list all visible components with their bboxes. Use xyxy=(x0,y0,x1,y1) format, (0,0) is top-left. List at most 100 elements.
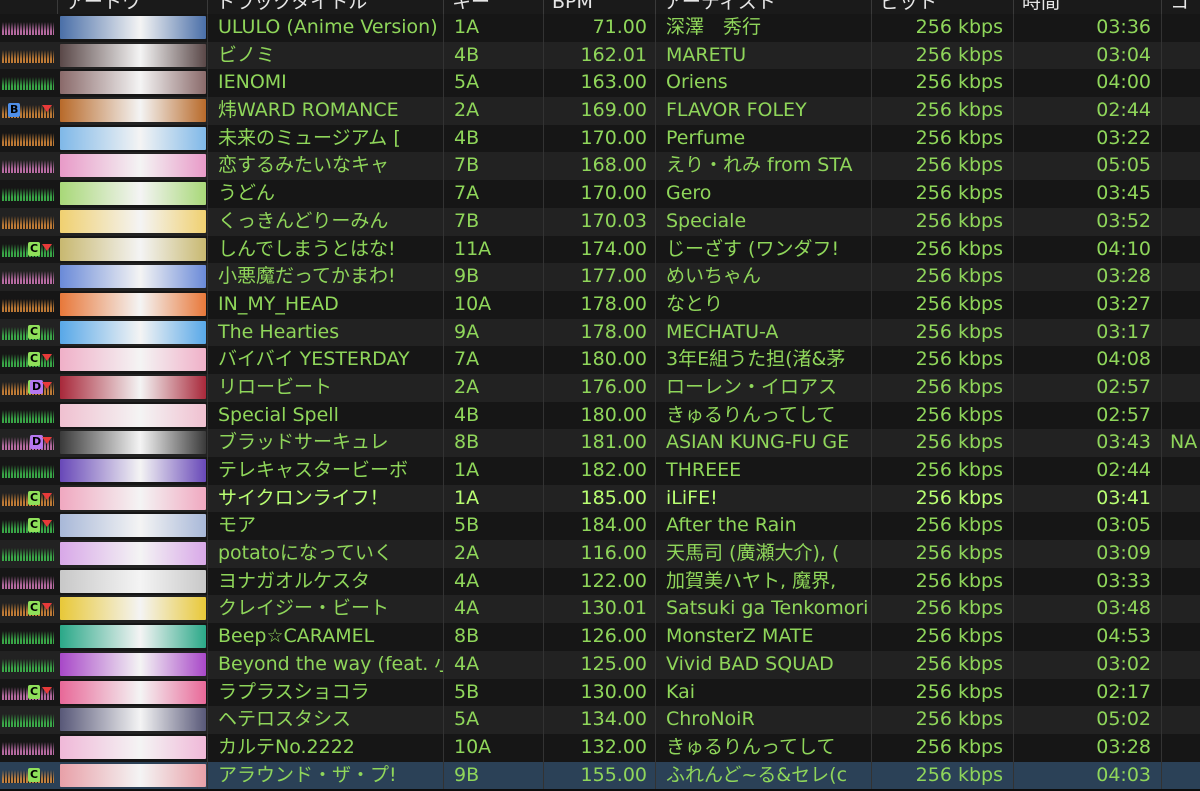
table-row[interactable]: C バイバイ YESTERDAY 7A 180.00 3年E組うた担(渚&茅 256 kb… xyxy=(0,346,1200,374)
waveform-preview[interactable] xyxy=(0,568,58,596)
track-time: 02:57 xyxy=(1014,401,1162,430)
track-key: 2A xyxy=(444,97,544,125)
track-key: 7A xyxy=(444,180,544,208)
table-row[interactable]: くっきんどりーみん 7B 170.03 Speciale 256 kbps 03:52 xyxy=(0,207,1200,236)
table-row[interactable]: B 炜WARD ROMANCE 2A 169.00 FLAVOR FOLEY 256 kb… xyxy=(0,97,1200,125)
waveform-preview[interactable] xyxy=(0,180,58,208)
artwork-cell xyxy=(58,263,208,291)
table-row[interactable]: C アラウンド・ザ・プ! 9B 155.00 ふれんど~る&セレ(c 256 kbps 04… xyxy=(0,761,1200,790)
waveform-preview[interactable]: CD xyxy=(0,374,58,402)
waveform-preview[interactable] xyxy=(0,42,58,70)
waveform-preview[interactable]: C xyxy=(0,512,58,540)
table-row[interactable]: 小悪魔だってかまわ! 9B 177.00 めいちゃん 256 kbps 03:28 xyxy=(0,263,1200,291)
waveform-preview[interactable] xyxy=(0,734,58,762)
track-bitrate: 256 kbps xyxy=(872,263,1014,291)
header-title[interactable]: トラックタイトル xyxy=(208,0,444,14)
track-key: 10A xyxy=(444,290,544,319)
header-bpm[interactable]: BPM xyxy=(544,0,656,14)
waveform-icon xyxy=(2,631,54,645)
table-row[interactable]: Beep☆CARAMEL 8B 126.00 MonsterZ MATE 256 kbp… xyxy=(0,623,1200,651)
table-row[interactable]: C The Hearties 9A 178.00 MECHATU-A 256 kbps 03… xyxy=(0,318,1200,347)
track-artist: Satsuki ga Tenkomori xyxy=(656,595,872,624)
waveform-preview[interactable]: C xyxy=(0,762,58,790)
table-row[interactable]: CD リロービート2A176.00ローレン・イロアス256 kbps02:57 xyxy=(0,373,1200,402)
header-key[interactable]: キー xyxy=(444,0,544,14)
table-row[interactable]: C モア 5B 184.00 After the Rain 256 kbps 03:05 xyxy=(0,512,1200,541)
column-header: アートワ トラックタイトル キー BPM アーティスト ビット 時間 コ xyxy=(0,0,1200,15)
waveform-preview[interactable]: D xyxy=(0,429,58,457)
waveform-preview[interactable] xyxy=(0,14,58,42)
table-row[interactable]: カルテNo.2222 10A 132.00 きゅるりんってして 256 kbps 03:2… xyxy=(0,733,1200,762)
track-key: 1A xyxy=(444,484,544,513)
table-row[interactable]: 恋するみたいなキャ 7B 168.00 えり・れみ from STA 256 kbps 0… xyxy=(0,152,1200,181)
waveform-preview[interactable]: B xyxy=(0,97,58,125)
waveform-preview[interactable]: C xyxy=(0,679,58,707)
waveform-preview[interactable] xyxy=(0,706,58,734)
header-bitrate[interactable]: ビット xyxy=(872,0,1014,14)
table-row[interactable]: C しんでしまうとはな! 11A 174.00 じーざす (ワンダフ! 256 kbps 0… xyxy=(0,235,1200,264)
header-artist[interactable]: アーティスト xyxy=(656,0,872,14)
track-time: 03:04 xyxy=(1014,41,1162,70)
track-artist: Speciale xyxy=(656,207,872,236)
track-artist: After the Rain xyxy=(656,512,872,541)
track-key: 7A xyxy=(444,346,544,374)
header-waveform[interactable] xyxy=(0,0,58,14)
table-row[interactable]: ULULO (Anime Version) 1A 71.00 深澤 秀行 256 kbp… xyxy=(0,14,1200,42)
waveform-preview[interactable] xyxy=(0,208,58,236)
table-row[interactable]: ビノミ 4B 162.01 MARETU 256 kbps 03:04 xyxy=(0,41,1200,70)
waveform-preview[interactable]: C xyxy=(0,485,58,513)
waveform-preview[interactable]: C xyxy=(0,346,58,374)
header-extra[interactable]: コ xyxy=(1162,0,1200,14)
table-row[interactable]: Beyond the way (feat. 小 4A 125.00 Vivid BAD… xyxy=(0,650,1200,679)
waveform-preview[interactable]: C xyxy=(0,236,58,264)
track-key: 8B xyxy=(444,429,544,457)
table-row[interactable]: ヨナガオルケスタ 4A 122.00 加賀美ハヤト, 魔界, 256 kbps 03:33 xyxy=(0,567,1200,596)
artwork-cell xyxy=(58,373,208,402)
artwork-cell xyxy=(58,290,208,319)
track-list: ULULO (Anime Version) 1A 71.00 深澤 秀行 256 kbp… xyxy=(0,14,1200,790)
table-row[interactable]: Special Spell 4B 180.00 きゅるりんってして 256 kbps 02… xyxy=(0,401,1200,430)
track-artist: MARETU xyxy=(656,41,872,70)
waveform-preview[interactable] xyxy=(0,540,58,568)
track-key: 4A xyxy=(444,567,544,596)
header-artwork[interactable]: アートワ xyxy=(58,0,208,14)
table-row[interactable]: D ブラッドサーキュレ 8B 181.00 ASIAN KUNG-FU GE 256 kb… xyxy=(0,429,1200,457)
artwork-cell xyxy=(58,457,208,485)
track-bpm: 177.00 xyxy=(544,263,656,291)
track-key: 2A xyxy=(444,540,544,568)
track-time: 04:08 xyxy=(1014,346,1162,374)
waveform-preview[interactable] xyxy=(0,263,58,291)
waveform-icon xyxy=(2,22,54,35)
table-row[interactable]: potatoになっていく 2A 116.00 天馬司 (廣瀬大介), (256 kbp… xyxy=(0,540,1200,568)
red-marker-icon xyxy=(42,603,52,611)
table-row[interactable]: 未来のミュージアム [4B 170.00 Perfume 256 kbps 03:22 xyxy=(0,124,1200,153)
waveform-preview[interactable] xyxy=(0,125,58,153)
waveform-preview[interactable] xyxy=(0,457,58,485)
track-time: 05:05 xyxy=(1014,152,1162,181)
waveform-icon xyxy=(2,409,54,423)
track-bpm: 168.00 xyxy=(544,152,656,181)
waveform-preview[interactable] xyxy=(0,69,58,97)
table-row[interactable]: C クレイジー・ビート 4A 130.01 Satsuki ga Tenkomori 25… xyxy=(0,595,1200,624)
table-row[interactable]: IN_MY_HEAD 10A 178.00 なとり 256 kbps 03:27 xyxy=(0,290,1200,319)
header-time[interactable]: 時間 xyxy=(1014,0,1162,14)
table-row[interactable]: ヘテロスタシス 5A 134.00 ChroNoiR 256 kbps 05:02 xyxy=(0,706,1200,734)
table-row[interactable]: C ラプラスショコラ 5B 130.00 Kai 256 kbps 02:17 xyxy=(0,678,1200,707)
table-row[interactable]: C サイクロンライフ！ 1A 185.00 iLiFE! 256 kbps 03:41 xyxy=(0,484,1200,513)
album-artwork xyxy=(60,99,206,123)
waveform-preview[interactable] xyxy=(0,152,58,180)
table-row[interactable]: うどん 7A 170.00 Gero 256 kbps 03:45 xyxy=(0,180,1200,208)
waveform-preview[interactable] xyxy=(0,651,58,679)
waveform-preview[interactable] xyxy=(0,402,58,430)
track-extra xyxy=(1162,402,1200,430)
waveform-preview[interactable] xyxy=(0,623,58,651)
table-row[interactable]: IENOMI 5A 163.00 Oriens 256 kbps 04:00 xyxy=(0,69,1200,98)
track-bitrate: 256 kbps xyxy=(872,14,1014,42)
track-key: 7B xyxy=(444,152,544,181)
track-time: 03:02 xyxy=(1014,650,1162,679)
waveform-preview[interactable]: C xyxy=(0,595,58,623)
waveform-preview[interactable]: C xyxy=(0,319,58,347)
table-row[interactable]: テレキャスタービーボ 1A 182.00 THREEE 256 kbps 02:44 xyxy=(0,457,1200,485)
track-bitrate: 256 kbps xyxy=(872,97,1014,125)
waveform-preview[interactable] xyxy=(0,291,58,319)
